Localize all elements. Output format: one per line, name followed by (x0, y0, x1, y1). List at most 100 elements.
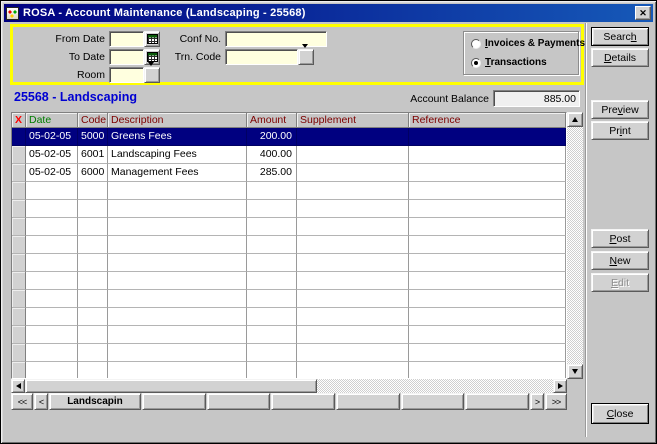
row-x-cell (12, 326, 26, 344)
cell-empty (297, 200, 409, 218)
cell-empty (409, 362, 566, 378)
cell-empty (409, 200, 566, 218)
preview-button[interactable]: Pre v iew (591, 100, 649, 119)
table-body: 05-02-05 5000 Greens Fees 200.00 05-02-0… (12, 128, 566, 378)
tab-landscaping[interactable]: Landscapin (49, 393, 141, 410)
cell-empty (108, 290, 247, 308)
trn-code-dropdown-button[interactable] (298, 44, 314, 66)
cell-description: Landscaping Fees (108, 146, 247, 164)
row-x-cell (12, 290, 26, 308)
tab-prev-button[interactable]: < (34, 393, 48, 410)
row-x-cell (12, 182, 26, 200)
cell-empty (26, 362, 78, 378)
details-button[interactable]: Details (591, 48, 649, 67)
table-row[interactable]: 05-02-05 6001 Landscaping Fees 400.00 (12, 146, 566, 164)
tab-first-button[interactable]: << (11, 393, 33, 410)
from-date-label: From Date (55, 33, 105, 45)
column-header-date[interactable]: Date (26, 113, 78, 128)
cell-reference (409, 128, 566, 146)
table-row-empty[interactable] (12, 362, 566, 378)
table-row-empty[interactable] (12, 182, 566, 200)
cell-empty (78, 254, 108, 272)
cell-empty (108, 218, 247, 236)
from-date-input[interactable] (109, 31, 144, 47)
conf-no-input[interactable] (225, 31, 327, 47)
table-row-empty[interactable] (12, 254, 566, 272)
account-balance-label: Account Balance (410, 93, 489, 105)
conf-no-label: Conf No. (179, 33, 221, 45)
table-row-empty[interactable] (12, 236, 566, 254)
cell-empty (297, 218, 409, 236)
view-mode-group: Invoices & Payments Transactions (463, 31, 585, 75)
table-row[interactable]: 05-02-05 5000 Greens Fees 200.00 (12, 128, 566, 146)
cell-empty (409, 218, 566, 236)
radio-invoices-payments[interactable]: Invoices & Payments (471, 38, 585, 49)
scroll-right-button[interactable] (553, 379, 567, 393)
edit-button: Edit (591, 273, 649, 292)
table-row-empty[interactable] (12, 326, 566, 344)
filter-panel: From Date Conf No. To Date Trn. Code Roo… (10, 24, 585, 85)
new-button[interactable]: New (591, 251, 649, 270)
table-row-empty[interactable] (12, 308, 566, 326)
tab-empty[interactable] (465, 393, 530, 410)
cell-empty (297, 236, 409, 254)
column-header-amount[interactable]: Amount (247, 113, 297, 128)
transactions-table: X Date Code Description Amount Supplemen… (11, 112, 567, 379)
cell-empty (78, 200, 108, 218)
cell-empty (108, 308, 247, 326)
cell-empty (108, 344, 247, 362)
table-row-empty[interactable] (12, 218, 566, 236)
vertical-divider (585, 23, 587, 437)
tab-next-button[interactable]: > (530, 393, 545, 410)
from-date-calendar-button[interactable] (144, 31, 160, 47)
cell-date: 05-02-05 (26, 128, 78, 146)
search-button[interactable]: Searc h (591, 27, 649, 46)
column-header-supplement[interactable]: Supplement (297, 113, 409, 128)
room-input[interactable] (109, 67, 144, 83)
to-date-input[interactable] (109, 49, 144, 65)
cell-empty (247, 326, 297, 344)
trn-code-input[interactable] (225, 49, 298, 65)
column-header-reference[interactable]: Reference (409, 113, 566, 128)
horizontal-scroll-thumb[interactable] (25, 379, 317, 393)
calendar-icon (146, 34, 158, 44)
table-row-empty[interactable] (12, 200, 566, 218)
cell-empty (297, 290, 409, 308)
column-header-description[interactable]: Description (108, 113, 247, 128)
tab-last-button[interactable]: >> (545, 393, 568, 410)
post-button[interactable]: Post (591, 229, 649, 248)
close-icon[interactable]: ✕ (635, 6, 651, 20)
scroll-down-button[interactable] (567, 364, 583, 379)
row-x-cell[interactable] (12, 128, 26, 146)
column-header-code[interactable]: Code (78, 113, 108, 128)
tab-empty[interactable] (271, 393, 336, 410)
close-button[interactable]: Close (591, 403, 649, 424)
print-button[interactable]: Pr i nt (591, 121, 649, 140)
table-row-empty[interactable] (12, 290, 566, 308)
dropdown-arrow-icon (302, 44, 310, 66)
row-x-cell[interactable] (12, 164, 26, 182)
dropdown-arrow-icon (148, 62, 156, 84)
radio-transactions-label: Transactions (485, 57, 547, 68)
cell-empty (108, 272, 247, 290)
cell-empty (409, 308, 566, 326)
room-dropdown-button[interactable] (144, 62, 160, 84)
tab-empty[interactable] (206, 393, 271, 410)
tab-empty[interactable] (142, 393, 206, 410)
tab-empty[interactable] (336, 393, 400, 410)
vertical-scroll-track[interactable] (567, 127, 583, 364)
scroll-left-button[interactable] (11, 379, 25, 393)
row-x-cell[interactable] (12, 146, 26, 164)
column-header-x[interactable]: X (12, 113, 26, 128)
cell-empty (108, 254, 247, 272)
scroll-up-button[interactable] (567, 112, 583, 127)
cell-empty (108, 362, 247, 378)
table-row[interactable]: 05-02-05 6000 Management Fees 285.00 (12, 164, 566, 182)
table-row-empty[interactable] (12, 344, 566, 362)
tab-empty[interactable] (400, 393, 465, 410)
vertical-scrollbar (567, 112, 583, 379)
radio-transactions[interactable]: Transactions (471, 57, 547, 68)
table-row-empty[interactable] (12, 272, 566, 290)
cell-supplement (297, 164, 409, 182)
row-x-cell (12, 362, 26, 378)
